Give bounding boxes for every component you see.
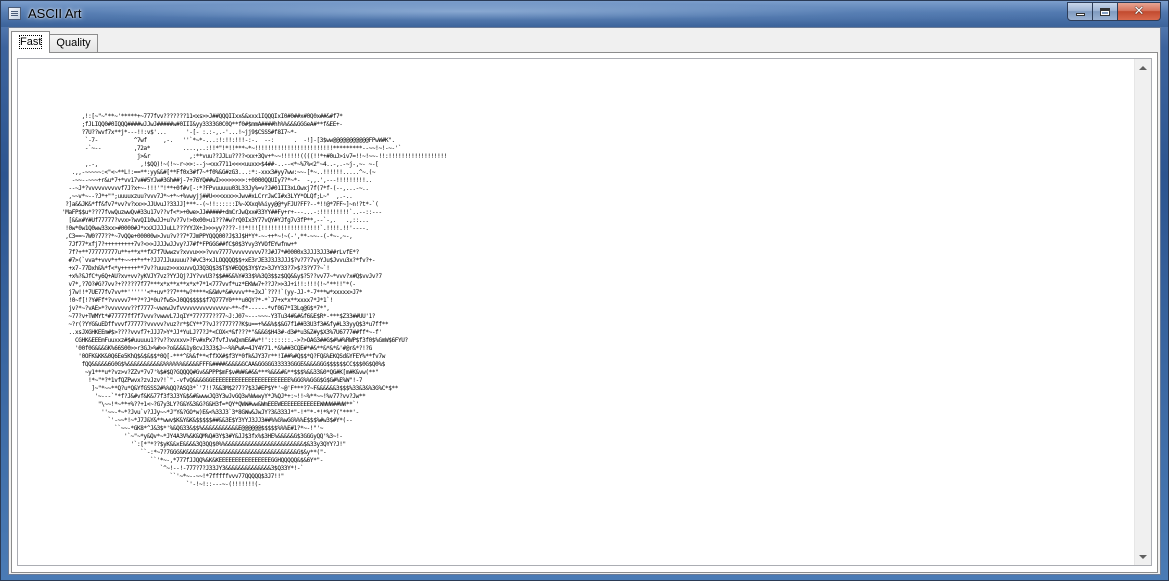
scroll-up-button[interactable] xyxy=(1135,59,1151,76)
arrow-down-icon xyxy=(1139,554,1147,559)
arrow-up-icon xyxy=(1139,65,1147,70)
ascii-art-text: ,!:[~"~"**~'*****+~777fvv???????11<xs>>J… xyxy=(62,113,447,488)
close-icon: ✕ xyxy=(1133,4,1145,19)
scroll-down-button[interactable] xyxy=(1135,548,1151,565)
client-area: Fast Quality ,!:[~"~"**~'*****+~777fvv??… xyxy=(8,27,1161,575)
title-bar[interactable]: ASCII Art ✕ xyxy=(1,1,1168,27)
tab-panel-fast: ,!:[~"~"**~'*****+~777fvv???????11<xs>>J… xyxy=(11,52,1158,573)
ascii-art-viewport[interactable]: ,!:[~"~"**~'*****+~777fvv???????11<xs>>J… xyxy=(18,59,1134,565)
close-button[interactable]: ✕ xyxy=(1118,2,1161,21)
minimize-icon xyxy=(1075,13,1085,16)
minimize-button[interactable] xyxy=(1067,2,1093,21)
ascii-art-textbox[interactable]: ,!:[~"~"**~'*****+~777fvv???????11<xs>>J… xyxy=(17,58,1152,566)
vertical-scrollbar[interactable] xyxy=(1134,59,1151,565)
tab-quality[interactable]: Quality xyxy=(49,34,98,53)
application-icon[interactable] xyxy=(8,7,21,20)
caption-buttons: ✕ xyxy=(1067,2,1161,21)
tab-fast[interactable]: Fast xyxy=(11,31,51,53)
tab-strip: Fast Quality xyxy=(11,31,98,53)
maximize-icon xyxy=(1100,7,1110,16)
application-window: ASCII Art ✕ Fast Quality ,!:[~"~"**~'***… xyxy=(0,0,1169,581)
window-title: ASCII Art xyxy=(28,6,82,21)
maximize-button[interactable] xyxy=(1093,2,1118,21)
tab-fast-label: Fast xyxy=(18,35,43,49)
tab-quality-label: Quality xyxy=(56,37,91,49)
